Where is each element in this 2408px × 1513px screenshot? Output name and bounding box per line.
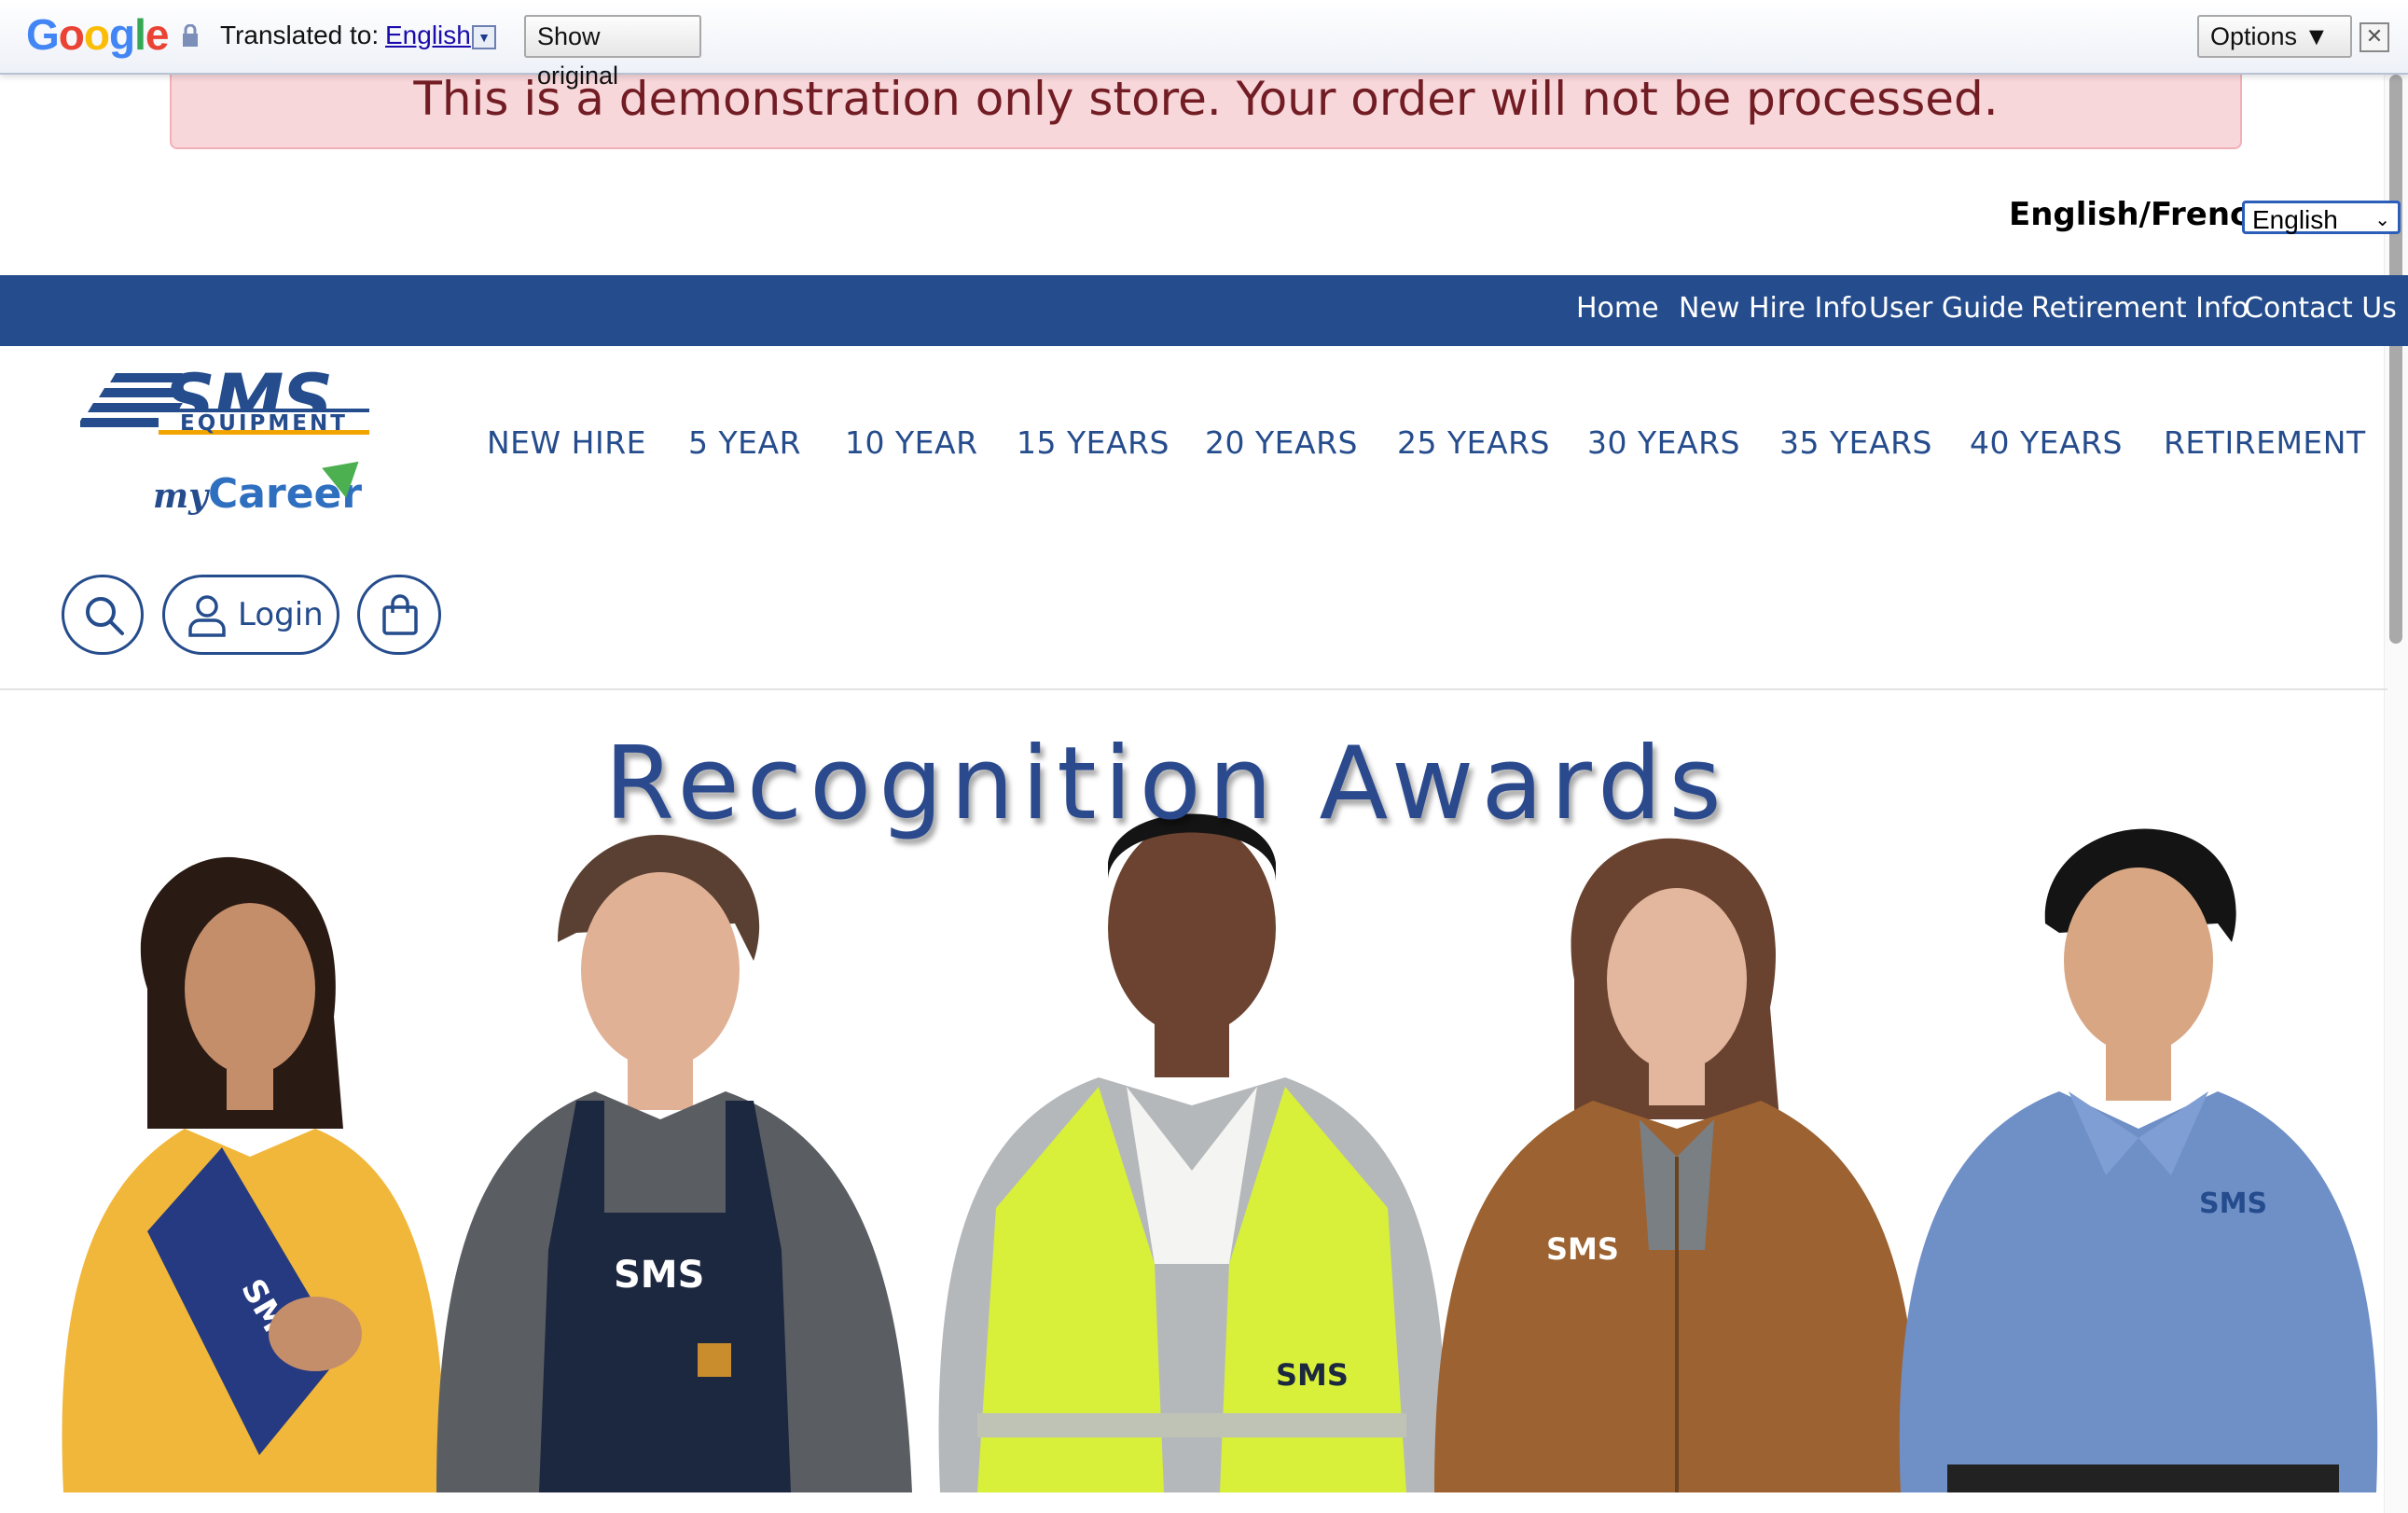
cart-button[interactable] [357, 575, 441, 655]
translated-to-label: Translated to: [220, 21, 380, 49]
language-label: English/French [2009, 196, 2272, 233]
nav-5-year[interactable]: 5 YEAR [688, 424, 801, 461]
page-scrollbar-thumb[interactable] [2389, 75, 2402, 644]
logo-check-icon [322, 461, 365, 502]
search-icon [86, 597, 124, 635]
nav-30-years[interactable]: 30 YEARS [1587, 424, 1740, 461]
user-icon [188, 595, 226, 637]
close-icon[interactable]: ✕ [2360, 22, 2389, 52]
shirt-logo: SMS [1276, 1357, 1349, 1393]
topnav-contact-us[interactable]: Contact Us [2244, 292, 2397, 325]
lock-icon [183, 24, 198, 47]
topnav-retirement-info[interactable]: Retirement Info [2031, 292, 2249, 325]
shirt-logo: SMS [1546, 1231, 1619, 1267]
google-logo: Google [26, 10, 169, 59]
nav-40-years[interactable]: 40 YEARS [1970, 424, 2123, 461]
topnav-home[interactable]: Home [1576, 292, 1659, 325]
nav-35-years[interactable]: 35 YEARS [1779, 424, 1932, 461]
shirt-logo: SMS [2199, 1187, 2267, 1220]
topnav-new-hire-info[interactable]: New Hire Info [1679, 292, 1867, 325]
show-original-button[interactable]: Show original [524, 15, 701, 90]
shirt-logo: SMS [614, 1254, 704, 1297]
nav-15-years[interactable]: 15 YEARS [1017, 424, 1169, 461]
nav-new-hire[interactable]: NEW HIRE [487, 424, 646, 461]
options-button[interactable]: Options ▼ [2197, 15, 2352, 58]
language-select[interactable]: English ⌄ [2242, 201, 2401, 234]
nav-20-years[interactable]: 20 YEARS [1205, 424, 1358, 461]
header-divider [0, 688, 2387, 690]
language-select-value: English [2252, 205, 2338, 234]
dropdown-arrow-icon[interactable]: ▼ [472, 25, 496, 49]
hero-title: Recognition Awards [604, 726, 1729, 842]
logo-equipment: EQUIPMENT [159, 409, 369, 435]
person-image: SMS [1899, 828, 2378, 1492]
nav-25-years[interactable]: 25 YEARS [1397, 424, 1550, 461]
person-image: SMS [436, 834, 912, 1492]
google-translate-bar: Google Translated to: English ▼ Show ori… [0, 0, 2408, 90]
nav-10-year[interactable]: 10 YEAR [845, 424, 978, 461]
demo-store-alert: This is a demonstration only store. Your… [170, 62, 2242, 149]
search-button[interactable] [62, 575, 144, 655]
person-image: SMS [62, 856, 446, 1492]
chevron-down-icon: ⌄ [2374, 210, 2390, 230]
login-label: Login [238, 596, 324, 633]
sms-mycareer-logo[interactable]: SMS EQUIPMENT myCareer [80, 358, 369, 548]
person-image: SMS [938, 813, 1446, 1492]
top-navigation: Home New Hire Info User Guide Retirement… [0, 275, 2408, 346]
shopping-bag-icon [382, 594, 418, 635]
translate-language-link[interactable]: English [385, 21, 471, 50]
login-button[interactable]: Login [162, 575, 339, 655]
person-image: SMS [1434, 838, 1919, 1492]
nav-retirement[interactable]: RETIREMENT [2164, 424, 2366, 461]
topnav-user-guide[interactable]: User Guide [1869, 292, 2024, 325]
